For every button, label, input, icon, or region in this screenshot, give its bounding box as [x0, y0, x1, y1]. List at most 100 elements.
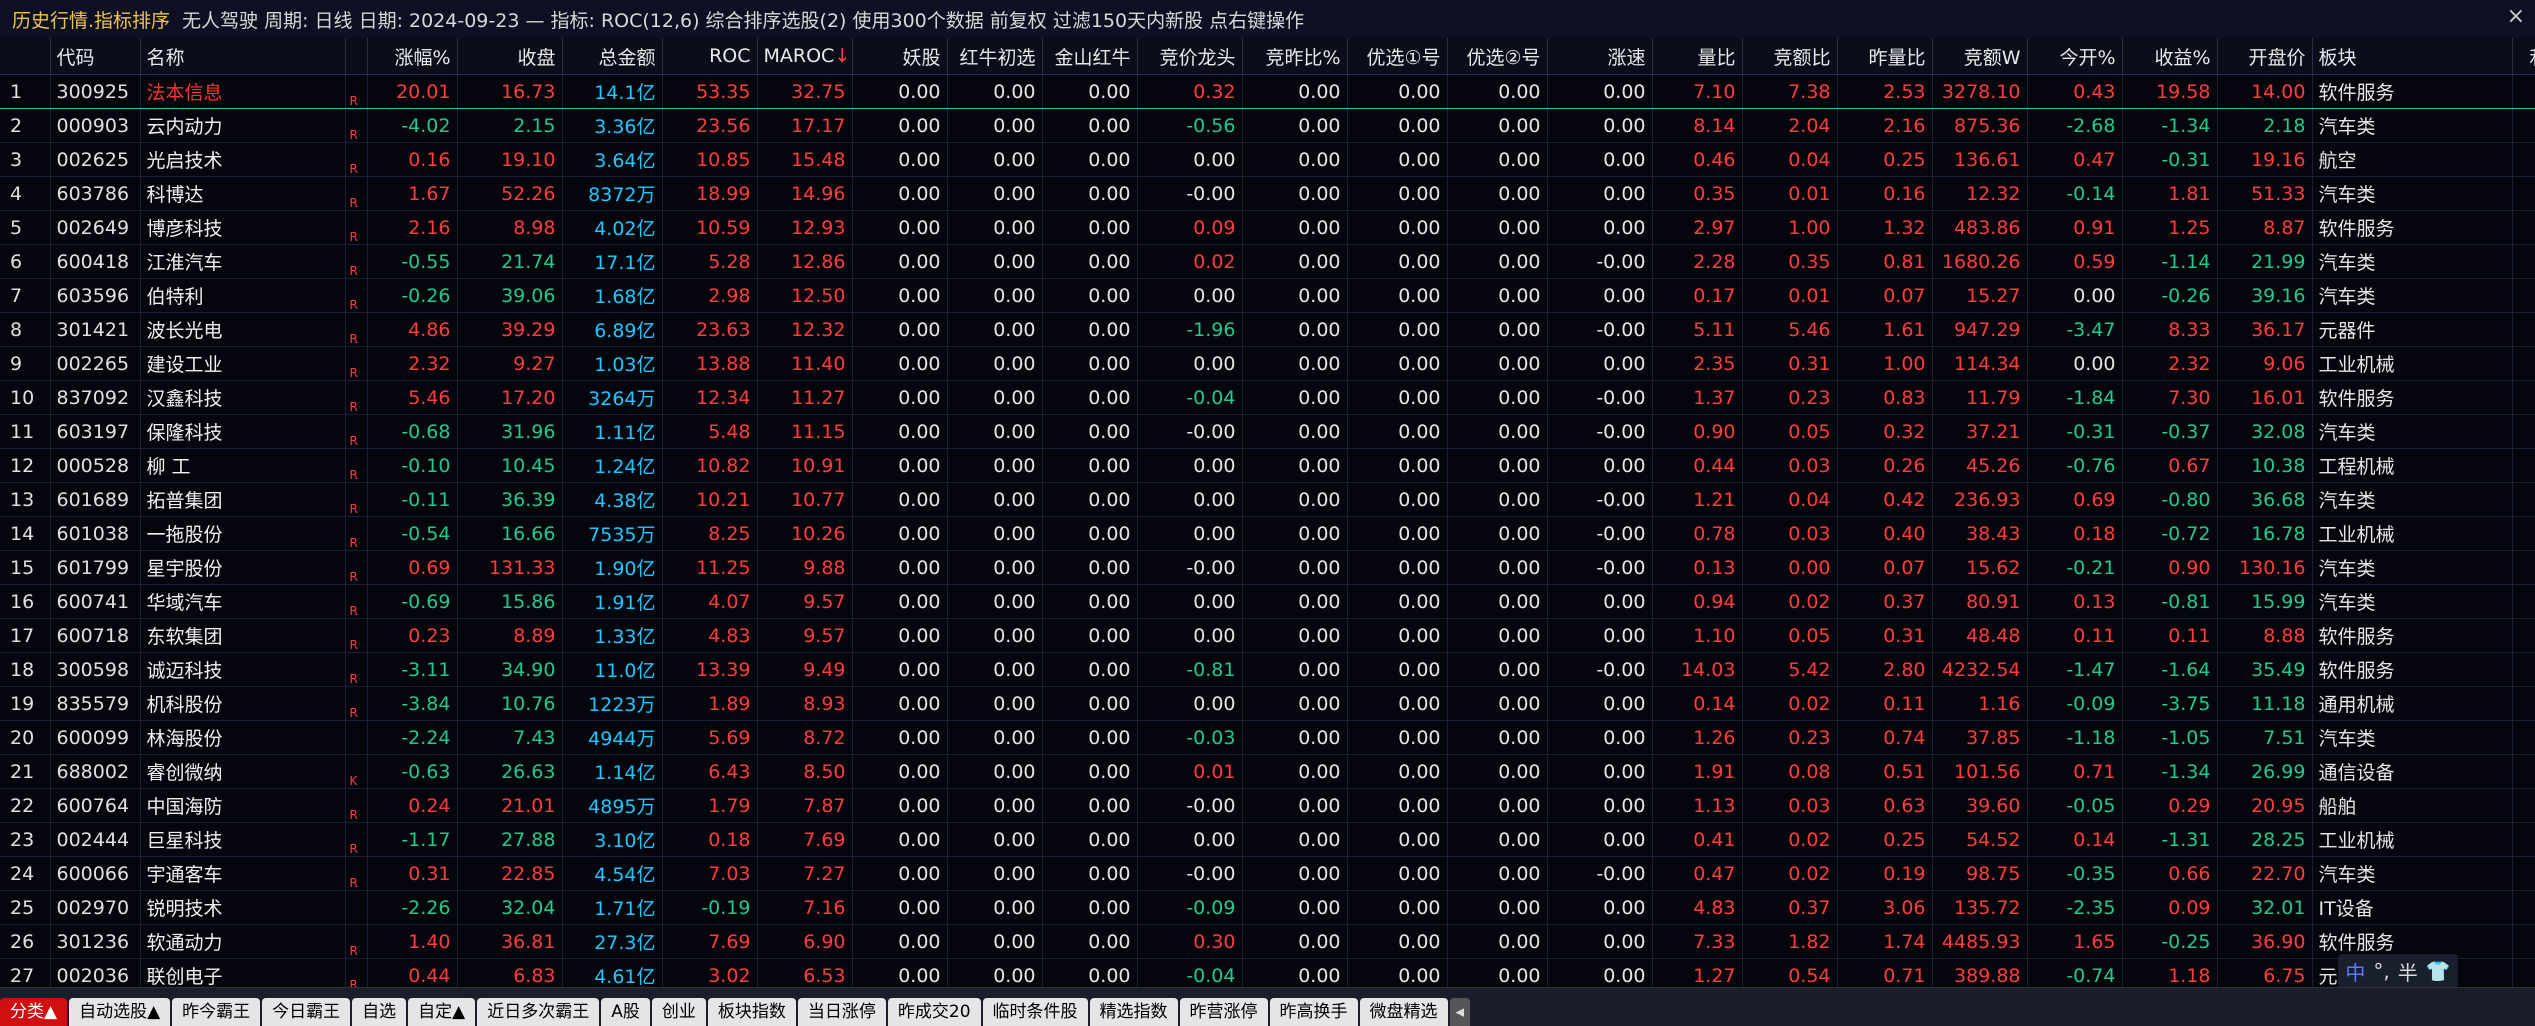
cell-maroc: 10.77 [757, 482, 853, 517]
tab-9[interactable]: 板块指数 [707, 998, 796, 1026]
cell-yx1: 0.00 [1347, 618, 1448, 653]
column-header-jj[interactable]: 竞价龙头 [1137, 38, 1243, 75]
column-header-name[interactable]: 名称 [140, 38, 346, 75]
cell-zf: 0.44 [367, 958, 458, 987]
tab-10[interactable]: 当日涨停 [797, 998, 886, 1026]
table-row[interactable]: 7 603596 伯特利 R -0.26 39.06 1.68亿 2.98 12.50 0.00 0… [0, 278, 2535, 313]
sort-desc-icon[interactable]: ↓ [834, 45, 850, 67]
cell-lr: -45.85 [2512, 210, 2535, 245]
cell-zf: -3.11 [367, 652, 458, 687]
column-header-js[interactable]: 金山红牛 [1042, 38, 1138, 75]
ime-width[interactable]: 半 [2398, 957, 2418, 986]
tab-15[interactable]: 昨高换手 [1269, 998, 1358, 1026]
column-header-bk[interactable]: 板块 [2312, 38, 2513, 75]
table-row[interactable]: 5 002649 博彦科技 R 2.16 8.98 4.02亿 10.59 12.93 0.00 0… [0, 210, 2535, 245]
cell-jzb: 0.00 [1242, 108, 1348, 143]
column-header-yx1[interactable]: 优选①号 [1347, 38, 1448, 75]
table-row[interactable]: 19 835579 机科股份 R -3.84 10.76 1223万 1.89 8.93 0.00… [0, 686, 2535, 721]
close-icon[interactable]: × [2507, 4, 2525, 29]
table-row[interactable]: 22 600764 中国海防 R 0.24 21.01 4895万 1.79 7.87 0.00 0… [0, 788, 2535, 823]
table-row[interactable]: 13 601689 拓普集团 R -0.11 36.39 4.38亿 10.21 10.77 0.… [0, 482, 2535, 517]
column-header-kp[interactable]: 开盘价 [2217, 38, 2313, 75]
column-header-syl[interactable]: 收益% [2122, 38, 2218, 75]
column-header-mk[interactable] [345, 38, 368, 75]
tab-14[interactable]: 昨营涨停 [1179, 998, 1268, 1026]
cell-maroc: 6.53 [757, 958, 853, 987]
table-row[interactable]: 17 600718 东软集团 R 0.23 8.89 1.33亿 4.83 9.57 0.00 0.… [0, 618, 2535, 653]
table-row[interactable]: 3 002625 光启技术 R 0.16 19.10 3.64亿 10.85 15.48 0.00… [0, 142, 2535, 177]
column-header-zlb[interactable]: 昨量比 [1837, 38, 1933, 75]
tab-2[interactable]: 昨今霸王 [172, 998, 261, 1026]
table-row[interactable]: 26 301236 软通动力 R 1.40 36.81 27.3亿 7.69 6.90 0.00 0… [0, 924, 2535, 959]
column-header-yg[interactable]: 妖股 [852, 38, 948, 75]
table-row[interactable]: 21 688002 睿创微纳 K -0.63 26.63 1.14亿 6.43 8.50 0.00… [0, 754, 2535, 789]
column-header-lb[interactable]: 量比 [1652, 38, 1743, 75]
table-row[interactable]: 20 600099 林海股份 -2.24 7.43 4944万 5.69 8.72 0.00 0.… [0, 720, 2535, 755]
column-header-roc[interactable]: ROC [662, 38, 758, 75]
table-row[interactable]: 15 601799 星宇股份 R 0.69 131.33 1.90亿 11.25 9.88 0.0… [0, 550, 2535, 585]
column-header-hn[interactable]: 红牛初选 [947, 38, 1043, 75]
ime-lang[interactable]: 中 [2345, 957, 2365, 986]
column-header-sp[interactable]: 收盘 [457, 38, 563, 75]
column-header-jk[interactable]: 今开% [2027, 38, 2123, 75]
tab-12[interactable]: 临时条件股 [982, 998, 1088, 1026]
column-header-label: 优选②号 [1466, 46, 1541, 69]
column-header-idx[interactable] [0, 38, 51, 75]
table-row[interactable]: 9 002265 建设工业 R 2.32 9.27 1.03亿 13.88 11.40 0.00 0… [0, 346, 2535, 381]
ime-indicator[interactable]: 中 °, 半 👕 [2338, 954, 2458, 988]
table-row[interactable]: 4 603786 科博达 R 1.67 52.26 8372万 18.99 14.96 0.00 0… [0, 176, 2535, 211]
column-header-label: 竞昨比% [1265, 46, 1341, 69]
stock-table[interactable]: 代码 名称 涨幅% 收盘 总金额 ROC MAROC↓ 妖股 红牛初选 金山红牛 竞价龙头 竞昨比% 优… [0, 38, 2535, 987]
column-header-jzb[interactable]: 竞昨比% [1242, 38, 1348, 75]
cell-mk: R [345, 414, 368, 449]
table-row[interactable]: 16 600741 华域汽车 R -0.69 15.86 1.91亿 4.07 9.57 0.00… [0, 584, 2535, 619]
column-header-yx2[interactable]: 优选②号 [1447, 38, 1548, 75]
column-header-lr[interactable]: 利润同比% [2512, 38, 2535, 75]
table-row[interactable]: 25 002970 锐明技术 -2.26 32.04 1.71亿 -0.19 7.16 0.00… [0, 890, 2535, 925]
tab-1[interactable]: 自动选股▲ [69, 998, 171, 1026]
tab-scroll-icon[interactable]: ◂ [1449, 998, 1471, 1026]
cell-jk: -0.05 [2027, 788, 2123, 823]
table-row[interactable]: 12 000528 柳 工 R -0.10 10.45 1.24亿 10.82 10.91 0.0… [0, 448, 2535, 483]
cell-lb: 0.41 [1652, 822, 1743, 857]
tab-13[interactable]: 精选指数 [1089, 998, 1178, 1026]
cell-zs: 0.00 [1547, 142, 1653, 177]
column-header-code[interactable]: 代码 [50, 38, 141, 75]
tab-3[interactable]: 今日霸王 [262, 998, 351, 1026]
table-row[interactable]: 10 837092 汉鑫科技 R 5.46 17.20 3264万 12.34 11.27 0.0… [0, 380, 2535, 415]
column-header-jeb[interactable]: 竞额比 [1742, 38, 1838, 75]
table-row[interactable]: 27 002036 联创电子 R 0.44 6.83 4.61亿 3.02 6.53 0.00 0.… [0, 958, 2535, 987]
tab-7[interactable]: A股 [601, 998, 650, 1026]
table-row[interactable]: 8 301421 波长光电 R 4.86 39.29 6.89亿 23.63 12.32 0.00… [0, 312, 2535, 347]
column-header-zs[interactable]: 涨速 [1547, 38, 1653, 75]
tab-16[interactable]: 微盘精选 [1359, 998, 1448, 1026]
cell-jeb: 5.42 [1742, 652, 1838, 687]
cell-name: 诚迈科技 [140, 652, 346, 687]
column-header-je[interactable]: 总金额 [562, 38, 663, 75]
table-row[interactable]: 23 002444 巨星科技 R -1.17 27.88 3.10亿 0.18 7.69 0.00… [0, 822, 2535, 857]
column-header-label: 利润同比% [2529, 47, 2535, 69]
table-row[interactable]: 18 300598 诚迈科技 R -3.11 34.90 11.0亿 13.39 9.49 0.0… [0, 652, 2535, 687]
tab-11[interactable]: 昨成交20 [887, 998, 981, 1026]
tab-5[interactable]: 自定▲ [408, 998, 476, 1026]
table-row[interactable]: 14 601038 一拖股份 R -0.54 16.66 7535万 8.25 10.26 0.0… [0, 516, 2535, 551]
tab-8[interactable]: 创业 [651, 998, 706, 1026]
cell-je: 4.61亿 [562, 958, 663, 987]
table-row[interactable]: 24 600066 宇通客车 R 0.31 22.85 4.54亿 7.03 7.27 0.00 0… [0, 856, 2535, 891]
column-header-jew[interactable]: 竞额W [1932, 38, 2028, 75]
cell-yx1: 0.00 [1347, 652, 1448, 687]
cell-jk: 0.18 [2027, 516, 2123, 551]
tab-4[interactable]: 自选 [352, 998, 407, 1026]
column-header-zf[interactable]: 涨幅% [367, 38, 458, 75]
table-row[interactable]: 11 603197 保隆科技 R -0.68 31.96 1.11亿 5.48 11.15 0.0… [0, 414, 2535, 449]
cell-hn: 0.00 [947, 924, 1043, 959]
cell-jk: -2.35 [2027, 890, 2123, 925]
tab-6[interactable]: 近日多次霸王 [477, 998, 600, 1026]
shirt-icon[interactable]: 👕 [2426, 959, 2451, 983]
column-header-maroc[interactable]: MAROC↓ [757, 38, 853, 75]
table-row[interactable]: 2 000903 云内动力 R -4.02 2.15 3.36亿 23.56 17.17 0.00… [0, 108, 2535, 143]
table-row[interactable]: 1 300925 法本信息 R 20.01 16.73 14.1亿 53.35 32.75 0.0… [0, 74, 2535, 109]
tab-0[interactable]: 分类▲ [0, 998, 68, 1026]
table-row[interactable]: 6 600418 江淮汽车 R -0.55 21.74 17.1亿 5.28 12.86 0.00… [0, 244, 2535, 279]
ime-punct[interactable]: °, [2373, 959, 2389, 983]
